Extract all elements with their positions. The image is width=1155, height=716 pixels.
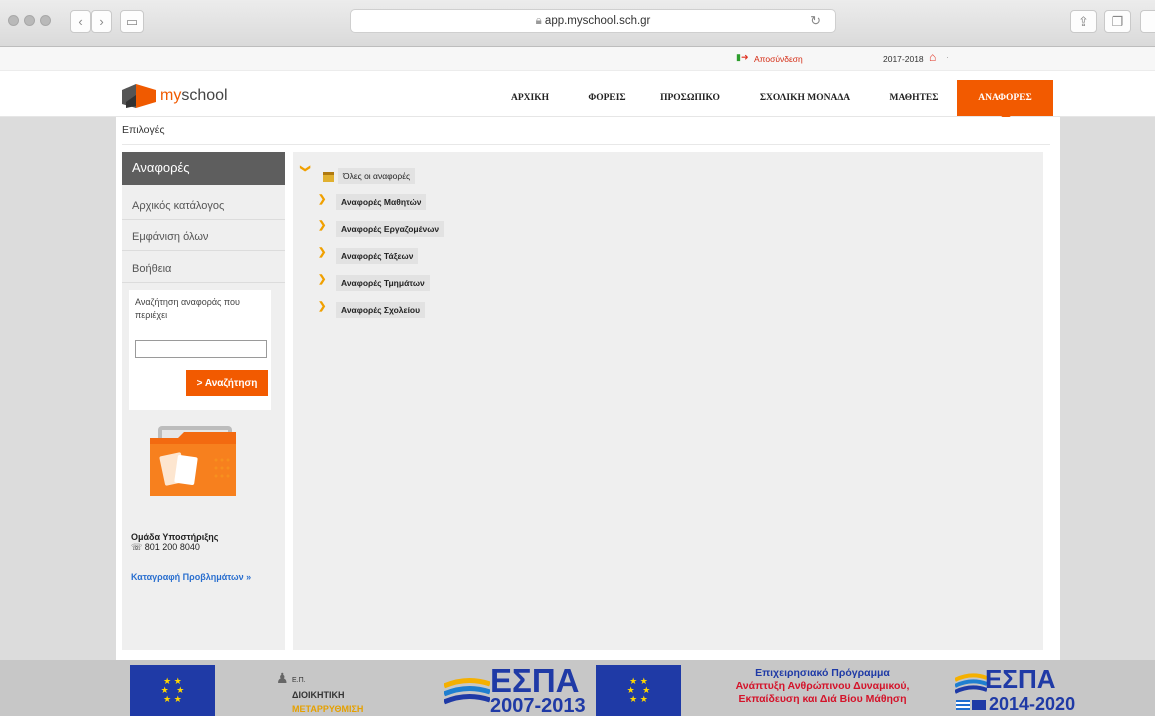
zoom-window-button[interactable] (40, 15, 51, 26)
options-heading: Επιλογές (122, 124, 165, 136)
program-line-1: Επιχειρησιακό Πρόγραμμα (755, 667, 890, 679)
ep-line1: ΔΙΟΙΚΗΤΙΚΗ (292, 690, 345, 700)
tabs-icon: ❐ (1111, 13, 1124, 29)
support-title: Ομάδα Υποστήριξης (131, 532, 219, 542)
support-block: Ομάδα Υποστήριξης ☏ 801 200 8040 (131, 532, 218, 552)
lock-icon: 🔒︎ (535, 15, 542, 27)
browser-titlebar: ‹ › ▭ 🔒︎ app.myschool.sch.gr ↻ ⇪ ❐ (0, 0, 1155, 47)
tree-item-class-reports[interactable]: Αναφορές Τάξεων (336, 248, 419, 264)
nav-students[interactable]: ΜΑΘΗΤΕΣ (876, 80, 952, 116)
tree-item-section-reports[interactable]: Αναφορές Τμημάτων (336, 275, 430, 291)
eu-flag-logo-2: ★ ★ ★ ★ ★ ★ (596, 665, 681, 716)
search-label: Αναζήτηση αναφοράς που περιέχει (135, 297, 240, 320)
ep-line2: ΜΕΤΑΡΡΥΘΜΙΣΗ (292, 704, 364, 714)
sidebar-item-main-catalog[interactable]: Αρχικός κατάλογος (122, 190, 285, 220)
expand-chevron-icon[interactable]: ❯ (300, 164, 311, 172)
sidebar-title: Αναφορές (122, 152, 285, 185)
folder-icon (323, 172, 334, 182)
espa-2014-logo-text: ΕΣΠΑ (985, 664, 1056, 694)
new-tab-button[interactable] (1140, 10, 1155, 33)
espa-swoosh-icon-2 (955, 673, 987, 694)
close-window-button[interactable] (8, 15, 19, 26)
chevron-right-icon[interactable]: ❯ (318, 220, 326, 231)
chevron-right-icon[interactable]: ❯ (318, 301, 326, 312)
program-line-2: Ανάπτυξη Ανθρώπινου Δυναμικού, (735, 680, 910, 692)
chevron-right-icon: › (99, 14, 104, 29)
person-icon: ♟ (276, 670, 289, 686)
tree-item-student-reports[interactable]: Αναφορές Μαθητών (336, 194, 427, 210)
top-info-bar: ▮➜ Αποσύνδεση 2017-2018 ⌂ · (0, 47, 1155, 71)
logout-icon: ▮➜ (736, 52, 749, 62)
espa-2007-years: 2007-2013 (490, 695, 586, 716)
url-text: app.myschool.sch.gr (544, 15, 651, 27)
nav-reports[interactable]: ΑΝΑΦΟΡΕΣ (957, 80, 1053, 116)
operational-programme-text: Επιχειρησιακό Πρόγραμμα Ανάπτυξη Ανθρώπι… (700, 667, 945, 706)
chevron-right-icon[interactable]: ❯ (318, 274, 326, 285)
logo-text: myschool (160, 87, 228, 104)
divider (122, 144, 1050, 145)
sidebar-item-show-all[interactable]: Εμφάνιση όλων (122, 221, 285, 251)
address-bar[interactable]: 🔒︎ app.myschool.sch.gr ↻ (350, 9, 836, 33)
report-search-panel: Αναζήτηση αναφοράς που περιέχει > Αναζήτ… (129, 290, 271, 410)
espa-2014-years: 2014-2020 (989, 694, 1076, 714)
tree-item-employee-reports[interactable]: Αναφορές Εργαζομένων (336, 221, 445, 237)
reports-folder-icon (150, 426, 236, 496)
greek-flag-icon (956, 700, 970, 710)
dot-separator: · (946, 52, 949, 62)
nav-organizations[interactable]: ΦΟΡΕΙΣ (572, 80, 642, 116)
report-problems-link[interactable]: Καταγραφή Προβλημάτων » (131, 572, 251, 582)
share-button[interactable]: ⇪ (1070, 10, 1097, 33)
sidebar-item-help[interactable]: Βοήθεια (122, 253, 285, 283)
program-line-3: Εκπαίδευση και Διά Βίου Μάθηση (738, 693, 907, 705)
myschool-logo[interactable]: myschool (122, 82, 228, 110)
reload-icon[interactable]: ↻ (810, 13, 821, 29)
logout-link[interactable]: Αποσύνδεση (754, 54, 803, 64)
tree-root-all-reports[interactable]: Όλες οι αναφορές (338, 168, 416, 184)
nav-home[interactable]: ΑΡΧΙΚΗ (496, 80, 564, 116)
eu-mini-flag-icon (972, 700, 986, 710)
home-icon[interactable]: ⌂ (929, 50, 936, 64)
espa-swoosh-icon (444, 678, 490, 705)
forward-button[interactable]: › (91, 10, 112, 33)
share-icon: ⇪ (1078, 13, 1089, 29)
espa-2007-logo-text: ΕΣΠΑ (490, 662, 580, 699)
school-year: 2017-2018 (883, 54, 924, 64)
nav-staff[interactable]: ΠΡΟΣΩΠΙΚΟ (647, 80, 733, 116)
tabs-button[interactable]: ❐ (1104, 10, 1131, 33)
tree-item-school-reports[interactable]: Αναφορές Σχολείου (336, 302, 426, 318)
chevron-left-icon: ‹ (78, 14, 83, 29)
ep-prefix: Ε.Π. (292, 677, 306, 684)
chevron-right-icon[interactable]: ❯ (318, 194, 326, 205)
phone-icon: ☏ (131, 542, 143, 552)
back-button[interactable]: ‹ (70, 10, 91, 33)
chevron-right-icon[interactable]: ❯ (318, 247, 326, 258)
nav-school-unit[interactable]: ΣΧΟΛΙΚΗ ΜΟΝΑΔΑ (742, 80, 868, 116)
myschool-logo-icon (122, 84, 156, 108)
eu-flag-logo: ★ ★ ★ ★ ★ ★ (130, 665, 215, 716)
report-search-input[interactable] (135, 340, 267, 358)
support-phone: 801 200 8040 (144, 542, 200, 552)
sidebar-toggle-button[interactable]: ▭ (120, 10, 144, 33)
minimize-window-button[interactable] (24, 15, 35, 26)
sidebar-icon: ▭ (125, 13, 139, 29)
search-button[interactable]: > Αναζήτηση (186, 370, 268, 396)
